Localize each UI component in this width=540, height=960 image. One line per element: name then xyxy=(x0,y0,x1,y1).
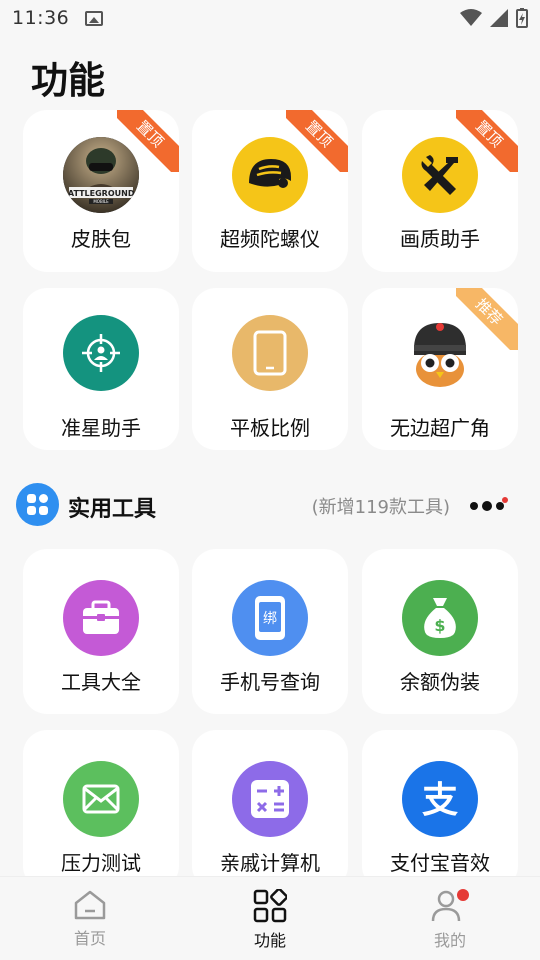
section-header: 实用工具 (新增119款工具) xyxy=(16,483,524,527)
tool-label: 超频陀螺仪 xyxy=(220,227,320,251)
notification-dot xyxy=(457,889,469,901)
tool-card-skin-pack[interactable]: BATTLEGROUNDS MOBILE 皮肤包 置顶 xyxy=(23,110,179,272)
tool-card-balance-fake[interactable]: $ 余额伪装 xyxy=(362,549,518,714)
more-icon[interactable] xyxy=(468,497,510,513)
section-subtitle: (新增119款工具) xyxy=(311,497,450,518)
nav-item-profile[interactable]: 我的 xyxy=(360,877,540,960)
alipay-icon: 支 xyxy=(402,761,478,837)
toolbox-icon xyxy=(63,580,139,656)
envelope-icon xyxy=(63,761,139,837)
ribbon-label: 推荐 xyxy=(456,288,518,350)
tool-card-alipay-sound[interactable]: 支 支付宝音效 xyxy=(362,730,518,890)
nav-item-features[interactable]: 功能 xyxy=(180,877,360,960)
ribbon: 推荐 xyxy=(456,288,518,350)
crosshair-icon xyxy=(63,315,139,391)
tool-card-crosshair[interactable]: 准星助手 xyxy=(23,288,179,450)
tool-card-stress-test[interactable]: 压力测试 xyxy=(23,730,179,890)
apps-icon xyxy=(16,483,59,526)
tool-label: 皮肤包 xyxy=(71,227,131,251)
status-icons xyxy=(460,8,528,28)
phone-badge-text: 绑 xyxy=(263,611,277,627)
tool-label: 无边超广角 xyxy=(390,416,490,440)
ribbon: 置顶 xyxy=(117,110,179,172)
tablet-icon xyxy=(232,315,308,391)
tool-label: 工具大全 xyxy=(61,670,141,694)
bottom-nav: 首页 功能 我的 xyxy=(0,876,540,960)
money-bag-icon: $ xyxy=(402,580,478,656)
page-title: 功能 xyxy=(31,59,105,102)
tool-label: 压力测试 xyxy=(61,851,141,875)
tool-card-gyroscope[interactable]: 超频陀螺仪 置顶 xyxy=(192,110,348,272)
nav-label: 功能 xyxy=(253,931,286,950)
tool-card-quality[interactable]: 画质助手 置顶 xyxy=(362,110,518,272)
tool-card-tablet-ratio[interactable]: 平板比例 xyxy=(192,288,348,450)
tool-label: 手机号查询 xyxy=(220,670,320,694)
tool-card-toolbox[interactable]: 工具大全 xyxy=(23,549,179,714)
tool-card-phone-lookup[interactable]: 绑 手机号查询 xyxy=(192,549,348,714)
tool-label: 亲戚计算机 xyxy=(220,851,320,875)
signal-icon xyxy=(490,9,508,27)
phone-bind-icon: 绑 xyxy=(232,580,308,656)
wifi-icon xyxy=(460,9,482,26)
pubg-logo-subtext: MOBILE xyxy=(93,199,109,204)
status-bar: 11:36 xyxy=(0,0,540,36)
alipay-badge-text: 支 xyxy=(422,780,458,821)
tool-card-relative-calculator[interactable]: 亲戚计算机 xyxy=(192,730,348,890)
section-title: 实用工具 xyxy=(68,497,157,522)
tool-label: 准星助手 xyxy=(61,416,141,440)
tool-label: 平板比例 xyxy=(230,416,310,440)
nav-label: 首页 xyxy=(73,929,106,948)
svg-text:$: $ xyxy=(434,616,445,635)
ribbon-label: 置顶 xyxy=(286,110,348,172)
grid-icon xyxy=(253,889,287,923)
ribbon: 置顶 xyxy=(286,110,348,172)
calculator-icon xyxy=(232,761,308,837)
ribbon-label: 置顶 xyxy=(117,110,179,172)
tool-label: 支付宝音效 xyxy=(390,851,490,875)
home-icon xyxy=(74,890,106,920)
battery-icon xyxy=(516,8,528,28)
status-time: 11:36 xyxy=(12,7,70,29)
ribbon: 置顶 xyxy=(456,110,518,172)
tool-label: 余额伪装 xyxy=(400,670,480,694)
ribbon-label: 置顶 xyxy=(456,110,518,172)
pubg-logo-text: BATTLEGROUNDS xyxy=(63,189,139,198)
nav-item-home[interactable]: 首页 xyxy=(0,877,180,960)
profile-icon xyxy=(431,889,469,922)
nav-label: 我的 xyxy=(433,931,466,950)
tool-label: 画质助手 xyxy=(400,227,480,251)
tool-card-wide-angle[interactable]: 无边超广角 推荐 xyxy=(362,288,518,450)
image-notification-icon xyxy=(85,10,104,26)
